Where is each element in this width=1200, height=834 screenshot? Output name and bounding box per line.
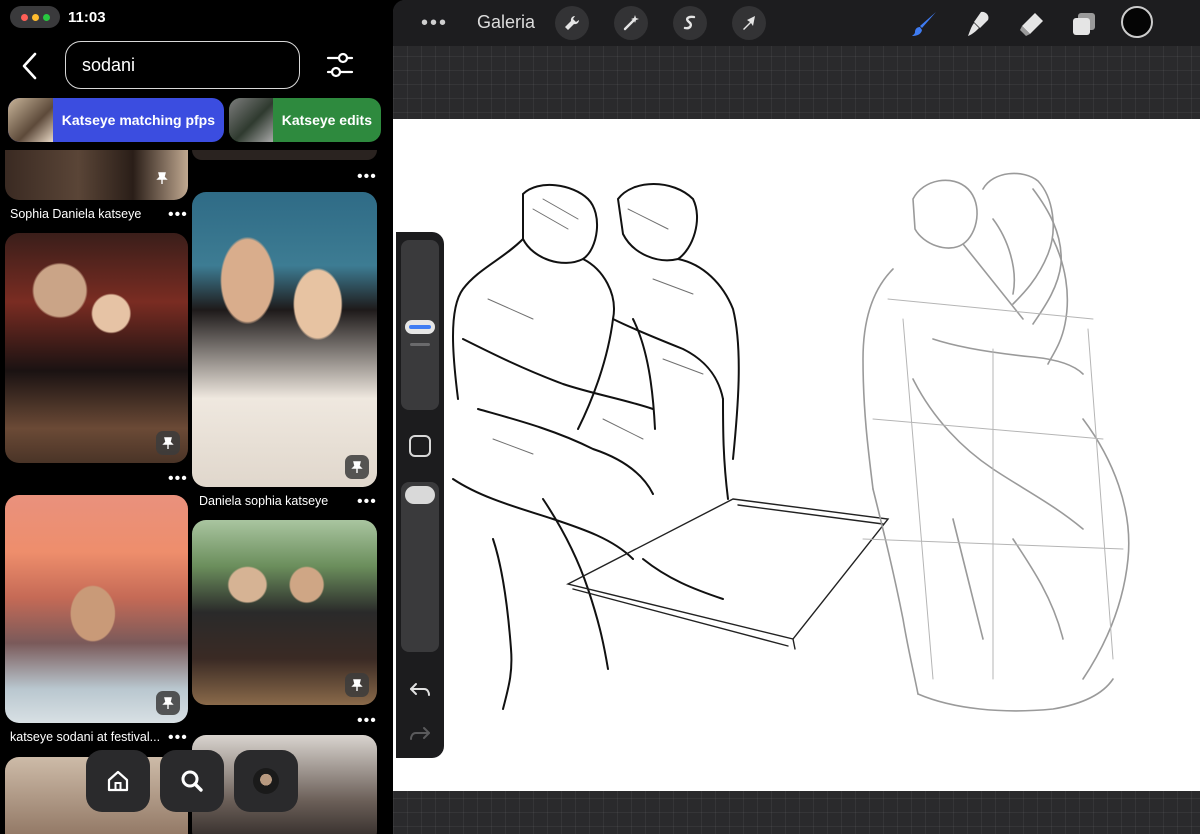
- nav-search-button[interactable]: [160, 750, 224, 812]
- procreate-toolbar: ••• Galeria: [393, 0, 1200, 46]
- eraser-icon: [1020, 13, 1043, 36]
- pin-caption[interactable]: katseye sodani at festival...: [10, 730, 162, 744]
- menu-dots-button[interactable]: •••: [421, 12, 448, 35]
- chip-label: Katseye edits: [281, 112, 372, 128]
- pin-icon: [156, 691, 180, 715]
- more-options-button[interactable]: •••: [357, 169, 377, 185]
- filter-button[interactable]: [322, 50, 358, 80]
- smudge-icon: [968, 11, 989, 36]
- redo-icon: [410, 727, 430, 740]
- modify-button[interactable]: [408, 434, 432, 458]
- layers-button[interactable]: [1067, 7, 1101, 41]
- selection-icon: [683, 15, 696, 30]
- eraser-tool-button[interactable]: [1014, 7, 1048, 41]
- brush-size-sidebar: [396, 232, 444, 758]
- more-options-button[interactable]: •••: [168, 207, 188, 223]
- pin-icon: [345, 455, 369, 479]
- chip-thumbnail: [229, 98, 273, 142]
- status-bar: 11:03: [10, 6, 106, 28]
- back-button[interactable]: [16, 50, 44, 82]
- grey-construction-lines: [862, 298, 1124, 680]
- chip-thumbnail: [8, 98, 53, 142]
- pin-icon: [345, 673, 369, 697]
- undo-icon: [410, 683, 430, 696]
- more-options-button[interactable]: •••: [357, 713, 377, 729]
- brush-size-marker: [410, 343, 430, 346]
- pin-image[interactable]: [5, 495, 188, 723]
- actions-button[interactable]: [555, 6, 589, 40]
- transform-button[interactable]: [732, 6, 766, 40]
- chip-label: Katseye matching pfps: [61, 112, 215, 128]
- nav-home-button[interactable]: [86, 750, 150, 812]
- yellow-dot: [31, 13, 39, 21]
- brush-icon: [912, 12, 936, 36]
- chip-katseye-edits[interactable]: Katseye edits: [229, 98, 381, 142]
- pin-image[interactable]: [192, 150, 377, 160]
- opacity-thumb[interactable]: [405, 486, 435, 504]
- more-options-button[interactable]: •••: [168, 471, 188, 487]
- clock: 11:03: [68, 8, 106, 26]
- nav-profile-button[interactable]: [234, 750, 298, 812]
- pin-image[interactable]: [5, 150, 188, 200]
- magic-wand-icon: [623, 15, 639, 31]
- more-options-button[interactable]: •••: [168, 730, 188, 746]
- bench-sketch: [566, 498, 890, 650]
- pin-icon: [156, 431, 180, 455]
- adjustments-button[interactable]: [614, 6, 648, 40]
- red-dot: [20, 13, 28, 21]
- selection-button[interactable]: [673, 6, 707, 40]
- smudge-tool-button[interactable]: [961, 7, 995, 41]
- pin-image[interactable]: [192, 192, 377, 487]
- pin-caption[interactable]: Daniela sophia katseye: [199, 494, 349, 508]
- chip-katseye-matching-pfps[interactable]: Katseye matching pfps: [8, 98, 224, 142]
- filter-sliders-icon: [326, 52, 354, 78]
- transform-arrow-icon: [743, 16, 755, 30]
- search-icon: [181, 770, 203, 792]
- color-picker-button[interactable]: [1121, 6, 1153, 38]
- pin-image[interactable]: [192, 520, 377, 705]
- brush-tool-button[interactable]: [908, 7, 942, 41]
- accent-indicator: [409, 325, 431, 329]
- grey-sketch-figure: [862, 172, 1130, 712]
- green-dot: [42, 13, 50, 21]
- profile-icon: [253, 768, 279, 794]
- pin-caption[interactable]: Sophia Daniela katseye: [10, 207, 160, 221]
- pin-icon: [150, 166, 174, 190]
- opacity-slider[interactable]: [401, 482, 439, 652]
- bottom-nav: [86, 750, 298, 812]
- brush-size-slider[interactable]: [401, 240, 439, 410]
- home-icon: [107, 770, 129, 792]
- brush-size-thumb[interactable]: [405, 320, 435, 334]
- search-input[interactable]: sodani: [65, 41, 300, 89]
- procreate-pane: ••• Galeria: [393, 0, 1200, 834]
- drawing-canvas[interactable]: [393, 119, 1200, 791]
- pinterest-pane: 11:03 sodani Katseye matching pfps Katse…: [0, 0, 390, 834]
- layers-icon: [1073, 13, 1095, 35]
- sketch-drawing: [452, 172, 1130, 712]
- dark-sketch-figures: [452, 183, 740, 710]
- gallery-button[interactable]: Galeria: [477, 12, 535, 33]
- undo-button[interactable]: [408, 678, 432, 702]
- multitask-dots[interactable]: [10, 6, 60, 28]
- square-icon: [409, 435, 431, 457]
- more-options-button[interactable]: •••: [357, 494, 377, 510]
- redo-button[interactable]: [408, 722, 432, 746]
- pin-image[interactable]: [5, 233, 188, 463]
- wrench-icon: [565, 15, 580, 30]
- chevron-left-icon: [22, 52, 37, 80]
